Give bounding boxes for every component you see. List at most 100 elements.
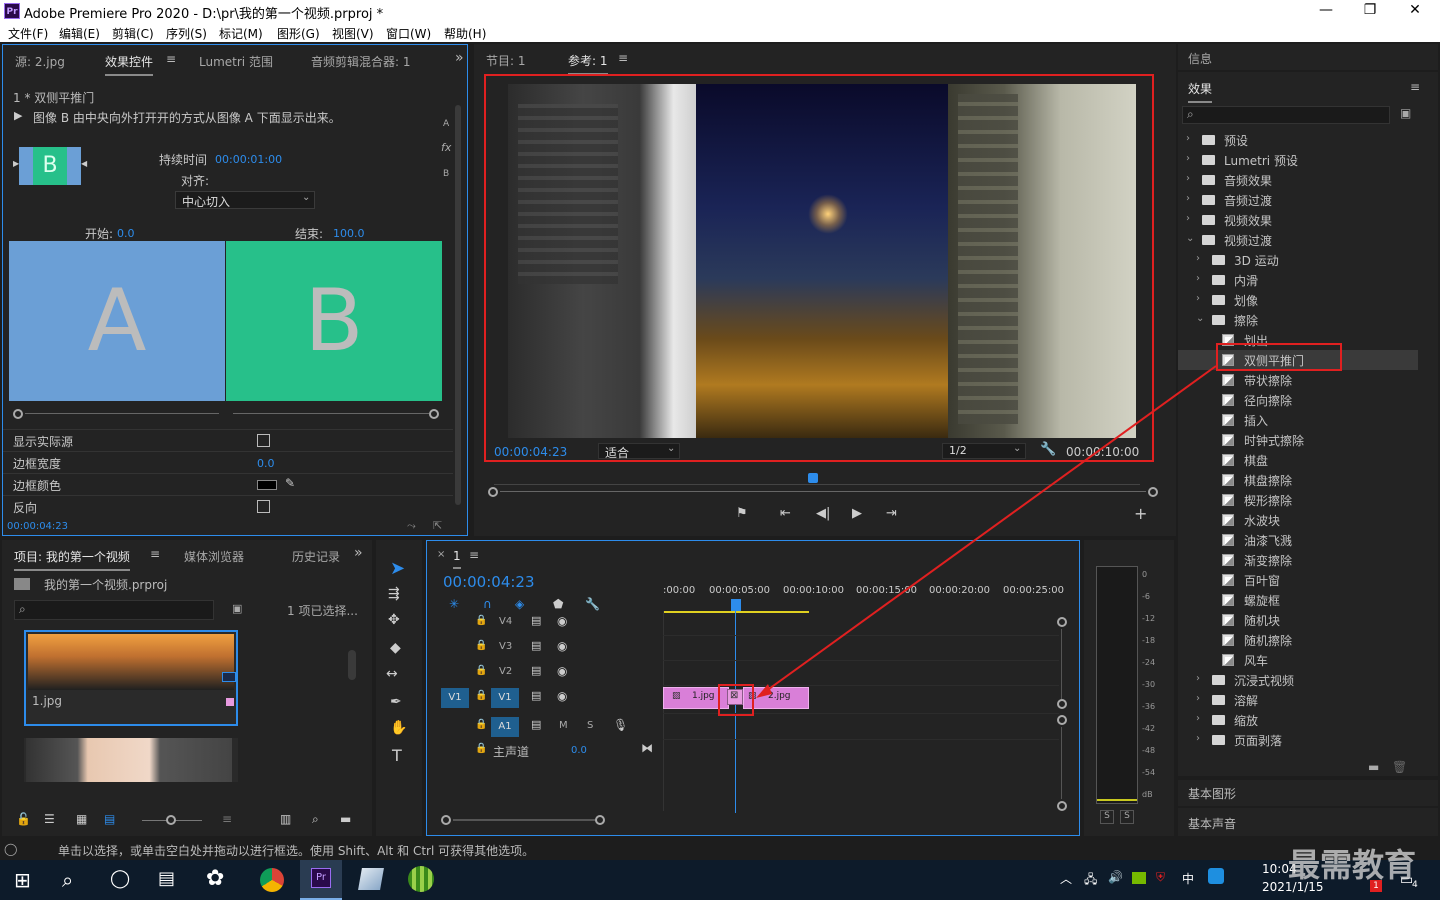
track-target-v1[interactable]: V1 [491, 688, 519, 708]
linked-selection-icon[interactable]: ∩ [483, 597, 492, 611]
play-icon[interactable]: ▶ [852, 506, 862, 521]
effect-item[interactable]: 风车 [1178, 650, 1418, 670]
lock-track-icon[interactable]: 🔒 [475, 665, 487, 676]
menu-help[interactable]: 帮助(H) [444, 25, 486, 42]
effect-item[interactable]: 棋盘擦除 [1178, 470, 1418, 490]
time-ruler[interactable]: :00:00 00:00:05:00 00:00:10:00 00:00:15:… [663, 581, 1064, 615]
chevron-down-icon[interactable]: ⌄ [1186, 233, 1194, 244]
solo-left-button[interactable]: S [1100, 810, 1114, 824]
pen-tool-icon[interactable]: ✒ [390, 694, 402, 710]
sync-lock-icon[interactable]: ▤ [531, 689, 541, 702]
maximize-button[interactable]: ❐ [1350, 2, 1390, 18]
timeline-timecode[interactable]: 00:00:04:23 [443, 573, 535, 591]
windows-start-icon[interactable]: ⊞ [14, 868, 31, 892]
eye-icon[interactable]: ◉ [557, 689, 567, 703]
audio-zoom-handle[interactable] [1057, 715, 1067, 725]
eye-icon[interactable]: ◉ [557, 664, 567, 678]
chevron-right-icon[interactable]: › [1186, 173, 1190, 184]
project-scrollbar[interactable] [348, 650, 356, 680]
search-icon[interactable]: ⌕ [62, 868, 73, 892]
program-timecode[interactable]: 00:00:04:23 [494, 445, 567, 459]
tab-essential-sound[interactable]: 基本声音 [1188, 815, 1236, 832]
slip-tool-icon[interactable]: ↔ [386, 666, 398, 682]
effects-folder[interactable]: › 页面剥落 [1178, 730, 1418, 750]
new-bin-icon[interactable]: ▣ [232, 602, 242, 615]
hand-tool-icon[interactable]: ✋ [390, 720, 407, 736]
tab-effect-controls[interactable]: 效果控件 [105, 53, 154, 76]
notepad-icon[interactable] [358, 868, 384, 890]
panel-menu-icon[interactable]: ≡ [150, 547, 160, 561]
chevron-right-icon[interactable]: › [1186, 213, 1190, 224]
border-width-value[interactable]: 0.0 [257, 457, 275, 470]
new-folder-icon[interactable]: ▬ [340, 812, 351, 826]
lock-track-icon[interactable]: 🔒 [475, 640, 487, 651]
effects-folder[interactable]: › 3D 运动 [1178, 250, 1418, 270]
automate-icon[interactable]: ▥ [280, 812, 291, 826]
new-custom-bin-icon[interactable]: ▣ [1400, 106, 1411, 120]
menu-edit[interactable]: 编辑(E) [59, 25, 100, 42]
ime-indicator[interactable]: 中 [1182, 870, 1194, 887]
effect-item[interactable]: 时钟式擦除 [1178, 430, 1418, 450]
chevron-right-icon[interactable]: › [1196, 693, 1200, 704]
chevron-right-icon[interactable]: › [1186, 193, 1190, 204]
chevron-down-icon[interactable]: ⌄ [1196, 313, 1204, 324]
start-value[interactable]: 0.0 [117, 227, 135, 240]
icon-view-icon[interactable]: ▦ [76, 812, 87, 826]
program-video-frame[interactable] [508, 84, 1136, 438]
effect-item[interactable]: 随机擦除 [1178, 630, 1418, 650]
watermelon-icon[interactable] [408, 866, 434, 892]
solo-right-button[interactable]: S [1120, 810, 1134, 824]
chevron-right-icon[interactable]: › [1196, 713, 1200, 724]
close-tab-icon[interactable]: × [437, 549, 445, 560]
eye-icon[interactable]: ◉ [557, 614, 567, 628]
find-icon[interactable]: ⌕ [312, 812, 319, 827]
track-target-a1[interactable]: A1 [491, 717, 519, 737]
insert-icon[interactable]: ◈ [515, 597, 524, 611]
panel-menu-icon[interactable]: ≡ [166, 52, 176, 66]
nvidia-icon[interactable] [1132, 872, 1146, 884]
effects-folder[interactable]: › 视频效果 [1178, 210, 1418, 230]
effect-item[interactable]: 径向擦除 [1178, 390, 1418, 410]
step-back-icon[interactable]: ⇤ [780, 506, 791, 521]
resolution-select[interactable]: 1/2 ⌄ [942, 443, 1026, 459]
panel-menu-icon[interactable]: ≡ [618, 51, 628, 65]
effect-item[interactable]: 百叶窗 [1178, 570, 1418, 590]
eye-icon[interactable]: ◉ [557, 639, 567, 653]
chrome-icon[interactable] [260, 868, 284, 892]
volume-icon[interactable]: 🔊 [1108, 870, 1123, 884]
effects-folder[interactable]: › 缩放 [1178, 710, 1418, 730]
effects-folder[interactable]: › 划像 [1178, 290, 1418, 310]
step-back-frame-icon[interactable]: ◀| [816, 506, 830, 521]
tab-audio-clip-mixer[interactable]: 音频剪辑混合器: 1 [311, 53, 411, 70]
effect-item[interactable]: 渐变擦除 [1178, 550, 1418, 570]
type-tool-icon[interactable]: T [392, 746, 402, 765]
tab-source[interactable]: 源: 2.jpg [15, 53, 65, 70]
thumb-arrow-left-icon[interactable]: ▶ [13, 159, 19, 168]
freeform-view-icon[interactable]: ▤ [104, 812, 115, 826]
thumb-arrow-right-icon[interactable]: ◀ [81, 159, 87, 168]
network-icon[interactable]: 🖧 [1084, 870, 1097, 891]
align-select[interactable]: 中心切入 ⌄ [175, 191, 315, 209]
go-to-out-icon[interactable]: ⇥ [886, 506, 897, 521]
chevron-right-icon[interactable]: › [1186, 133, 1190, 144]
sync-lock-icon[interactable]: ▤ [531, 614, 541, 627]
show-source-checkbox[interactable] [257, 434, 270, 447]
tab-info[interactable]: 信息 [1188, 50, 1212, 67]
reverse-checkbox[interactable] [257, 500, 270, 513]
show-hidden-icons[interactable]: ︿ [1060, 870, 1072, 887]
tab-project[interactable]: 项目: 我的第一个视频 [14, 548, 130, 571]
end-value[interactable]: 100.0 [333, 227, 365, 240]
razor-tool-icon[interactable]: ◆ [390, 640, 401, 656]
effects-search-input[interactable]: ⌕ [1182, 106, 1390, 124]
eyedropper-icon[interactable]: ✎ [285, 476, 295, 490]
menu-clip[interactable]: 剪辑(C) [112, 25, 154, 42]
qq-icon[interactable] [1208, 868, 1224, 884]
project-item-1[interactable]: 1.jpg [24, 630, 238, 726]
chevron-right-icon[interactable]: › [1186, 153, 1190, 164]
chevron-right-icon[interactable]: › [1196, 293, 1200, 304]
effects-folder[interactable]: › 溶解 [1178, 690, 1418, 710]
effect-item[interactable]: 带状擦除 [1178, 370, 1418, 390]
lock-track-icon[interactable]: 🔒 [475, 719, 487, 730]
border-color-swatch[interactable] [257, 480, 277, 490]
master-volume[interactable]: 0.0 [571, 745, 587, 756]
